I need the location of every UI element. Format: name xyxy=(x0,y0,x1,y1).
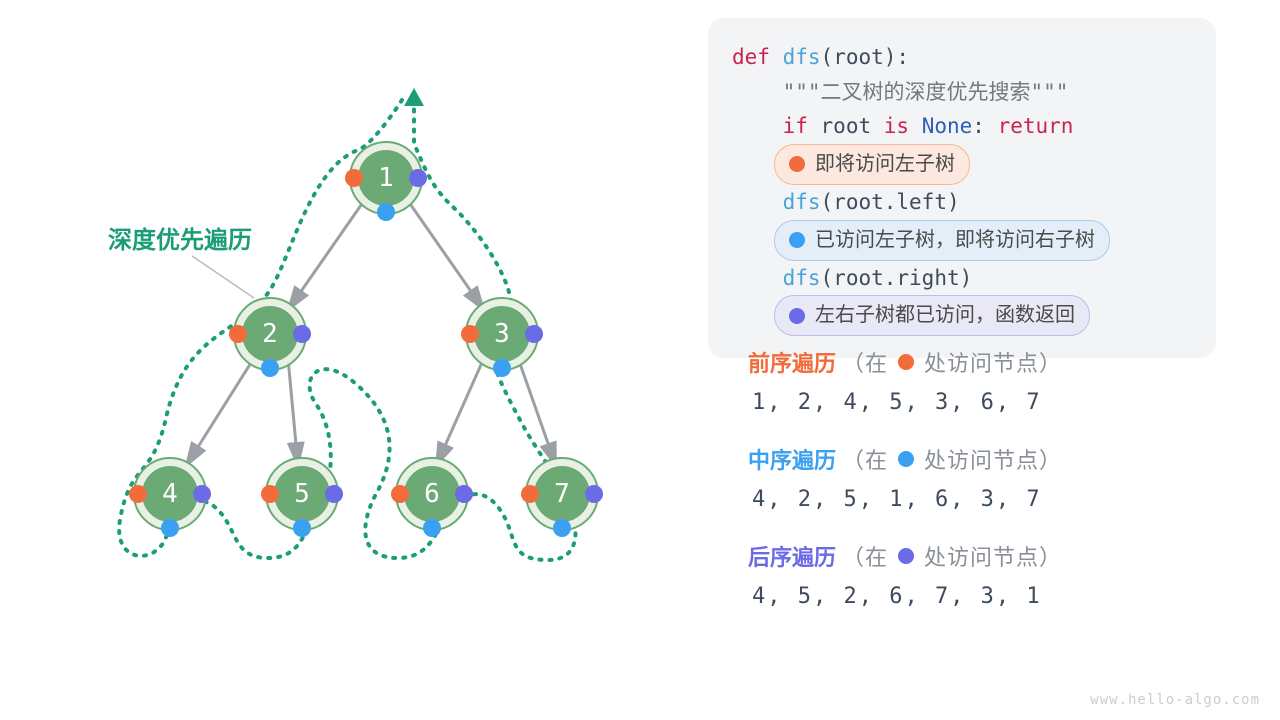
postorder-sequence: 4, 5, 2, 6, 7, 3, 1 xyxy=(752,584,1062,609)
tree-node-7: 7 xyxy=(521,458,603,537)
inorder-dot-icon xyxy=(377,203,395,221)
tree-node-2: 2 xyxy=(229,298,311,377)
postorder-dot-icon xyxy=(898,548,914,564)
inorder-title: 中序遍历 xyxy=(748,443,836,475)
inorder-dot-icon xyxy=(789,232,805,248)
preorder-dot-icon xyxy=(789,156,805,172)
postorder-dot-icon xyxy=(409,169,427,187)
code-line-doc: """二叉树的深度优先搜索""" xyxy=(732,75,1196,110)
svg-text:4: 4 xyxy=(162,479,178,509)
traversal-orders: 前序遍历 （在 处访问节点） 1, 2, 4, 5, 3, 6, 7 中序遍历 … xyxy=(748,346,1062,637)
inorder-dot-icon xyxy=(898,451,914,467)
svg-text:1: 1 xyxy=(378,163,394,193)
code-line-def: def dfs(root): xyxy=(732,40,1196,75)
watermark: www.hello-algo.com xyxy=(1090,692,1260,708)
code-box: def dfs(root): """二叉树的深度优先搜索""" if root … xyxy=(708,18,1216,358)
tree-node-5: 5 xyxy=(261,458,343,537)
tree-node-3: 3 xyxy=(461,298,543,377)
svg-text:3: 3 xyxy=(494,319,510,349)
preorder-dot-icon xyxy=(345,169,363,187)
postorder-title: 后序遍历 xyxy=(748,540,836,572)
code-line-left: dfs(root.left) xyxy=(732,185,1196,220)
inorder-title-row: 中序遍历 （在 处访问节点） xyxy=(748,443,1062,475)
svg-text:6: 6 xyxy=(424,479,440,509)
postorder-title-row: 后序遍历 （在 处访问节点） xyxy=(748,540,1062,572)
svg-text:7: 7 xyxy=(554,479,570,509)
svg-text:2: 2 xyxy=(262,319,278,349)
badge-postorder: 左右子树都已访问，函数返回 xyxy=(732,295,1196,336)
inorder-sequence: 4, 2, 5, 1, 6, 3, 7 xyxy=(752,487,1062,512)
tree-svg: 1 2 3 4 xyxy=(0,0,640,720)
preorder-title-row: 前序遍历 （在 处访问节点） xyxy=(748,346,1062,378)
preorder-dot-icon xyxy=(898,354,914,370)
code-line-if: if root is None: return xyxy=(732,109,1196,144)
tree-node-6: 6 xyxy=(391,458,473,537)
path-arrow-icon xyxy=(404,88,424,106)
postorder-dot-icon xyxy=(789,308,805,324)
tree-diagram: 深度优先遍历 1 xyxy=(0,0,640,720)
badge-preorder: 即将访问左子树 xyxy=(732,144,1196,185)
svg-text:5: 5 xyxy=(294,479,310,509)
preorder-sequence: 1, 2, 4, 5, 3, 6, 7 xyxy=(752,390,1062,415)
preorder-title: 前序遍历 xyxy=(748,346,836,378)
code-line-right: dfs(root.right) xyxy=(732,261,1196,296)
badge-inorder: 已访问左子树，即将访问右子树 xyxy=(732,220,1196,261)
